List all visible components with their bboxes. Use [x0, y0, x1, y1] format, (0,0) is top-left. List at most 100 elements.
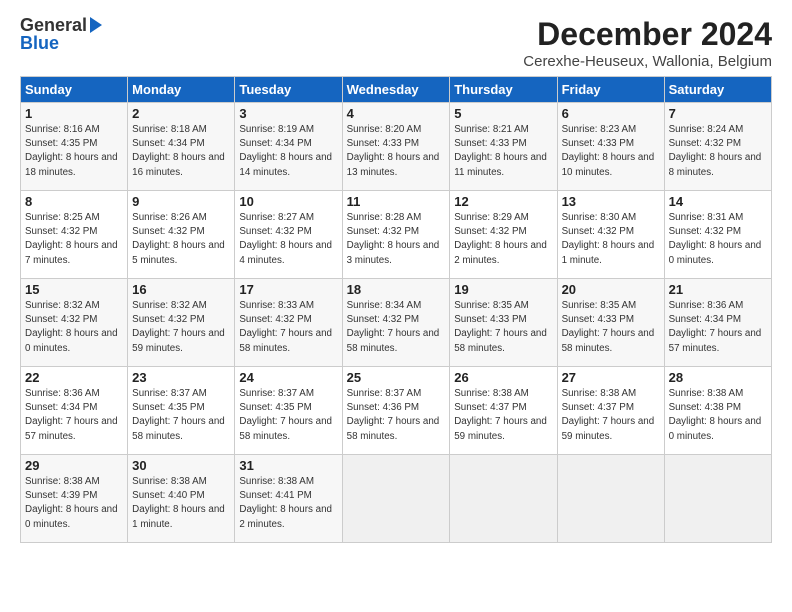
table-row: 2 Sunrise: 8:18 AMSunset: 4:34 PMDayligh… — [128, 103, 235, 191]
day-info: Sunrise: 8:37 AMSunset: 4:36 PMDaylight:… — [347, 388, 440, 442]
table-row: 24 Sunrise: 8:37 AMSunset: 4:35 PMDaylig… — [235, 367, 342, 455]
day-number: 16 — [132, 282, 230, 297]
table-row: 4 Sunrise: 8:20 AMSunset: 4:33 PMDayligh… — [342, 103, 450, 191]
table-row: 6 Sunrise: 8:23 AMSunset: 4:33 PMDayligh… — [557, 103, 664, 191]
calendar-title: December 2024 — [523, 16, 772, 53]
table-row: 15 Sunrise: 8:32 AMSunset: 4:32 PMDaylig… — [21, 279, 128, 367]
day-number: 11 — [347, 194, 446, 209]
day-info: Sunrise: 8:37 AMSunset: 4:35 PMDaylight:… — [132, 388, 225, 442]
table-row: 11 Sunrise: 8:28 AMSunset: 4:32 PMDaylig… — [342, 191, 450, 279]
day-info: Sunrise: 8:19 AMSunset: 4:34 PMDaylight:… — [239, 124, 332, 178]
table-row: 8 Sunrise: 8:25 AMSunset: 4:32 PMDayligh… — [21, 191, 128, 279]
day-info: Sunrise: 8:36 AMSunset: 4:34 PMDaylight:… — [25, 388, 118, 442]
header-monday: Monday — [128, 77, 235, 103]
logo: General Blue — [20, 16, 102, 52]
day-number: 28 — [669, 370, 767, 385]
table-row: 25 Sunrise: 8:37 AMSunset: 4:36 PMDaylig… — [342, 367, 450, 455]
table-row: 10 Sunrise: 8:27 AMSunset: 4:32 PMDaylig… — [235, 191, 342, 279]
table-row: 23 Sunrise: 8:37 AMSunset: 4:35 PMDaylig… — [128, 367, 235, 455]
logo-general-text: General — [20, 16, 87, 34]
day-number: 30 — [132, 458, 230, 473]
day-info: Sunrise: 8:24 AMSunset: 4:32 PMDaylight:… — [669, 124, 762, 178]
calendar-subtitle: Cerexhe-Heuseux, Wallonia, Belgium — [523, 53, 772, 70]
day-info: Sunrise: 8:23 AMSunset: 4:33 PMDaylight:… — [562, 124, 655, 178]
header-friday: Friday — [557, 77, 664, 103]
day-number: 12 — [454, 194, 552, 209]
day-number: 15 — [25, 282, 123, 297]
table-row — [664, 455, 771, 543]
day-number: 1 — [25, 106, 123, 121]
header: General Blue December 2024 Cerexhe-Heuse… — [20, 16, 772, 70]
day-info: Sunrise: 8:38 AMSunset: 4:37 PMDaylight:… — [562, 388, 655, 442]
table-row — [450, 455, 557, 543]
day-info: Sunrise: 8:35 AMSunset: 4:33 PMDaylight:… — [562, 300, 655, 354]
day-number: 5 — [454, 106, 552, 121]
calendar-week-row: 29 Sunrise: 8:38 AMSunset: 4:39 PMDaylig… — [21, 455, 772, 543]
table-row: 14 Sunrise: 8:31 AMSunset: 4:32 PMDaylig… — [664, 191, 771, 279]
day-info: Sunrise: 8:30 AMSunset: 4:32 PMDaylight:… — [562, 212, 655, 266]
header-wednesday: Wednesday — [342, 77, 450, 103]
title-block: December 2024 Cerexhe-Heuseux, Wallonia,… — [523, 16, 772, 70]
day-number: 10 — [239, 194, 337, 209]
table-row: 21 Sunrise: 8:36 AMSunset: 4:34 PMDaylig… — [664, 279, 771, 367]
calendar-week-row: 8 Sunrise: 8:25 AMSunset: 4:32 PMDayligh… — [21, 191, 772, 279]
table-row: 30 Sunrise: 8:38 AMSunset: 4:40 PMDaylig… — [128, 455, 235, 543]
table-row: 20 Sunrise: 8:35 AMSunset: 4:33 PMDaylig… — [557, 279, 664, 367]
table-row — [557, 455, 664, 543]
day-number: 21 — [669, 282, 767, 297]
day-number: 27 — [562, 370, 660, 385]
header-thursday: Thursday — [450, 77, 557, 103]
day-number: 22 — [25, 370, 123, 385]
day-info: Sunrise: 8:33 AMSunset: 4:32 PMDaylight:… — [239, 300, 332, 354]
day-info: Sunrise: 8:35 AMSunset: 4:33 PMDaylight:… — [454, 300, 547, 354]
day-info: Sunrise: 8:34 AMSunset: 4:32 PMDaylight:… — [347, 300, 440, 354]
day-info: Sunrise: 8:32 AMSunset: 4:32 PMDaylight:… — [132, 300, 225, 354]
day-number: 19 — [454, 282, 552, 297]
table-row: 7 Sunrise: 8:24 AMSunset: 4:32 PMDayligh… — [664, 103, 771, 191]
page: General Blue December 2024 Cerexhe-Heuse… — [0, 0, 792, 553]
calendar-week-row: 1 Sunrise: 8:16 AMSunset: 4:35 PMDayligh… — [21, 103, 772, 191]
day-info: Sunrise: 8:27 AMSunset: 4:32 PMDaylight:… — [239, 212, 332, 266]
table-row: 12 Sunrise: 8:29 AMSunset: 4:32 PMDaylig… — [450, 191, 557, 279]
day-info: Sunrise: 8:25 AMSunset: 4:32 PMDaylight:… — [25, 212, 118, 266]
day-number: 17 — [239, 282, 337, 297]
day-info: Sunrise: 8:32 AMSunset: 4:32 PMDaylight:… — [25, 300, 118, 354]
table-row: 17 Sunrise: 8:33 AMSunset: 4:32 PMDaylig… — [235, 279, 342, 367]
day-number: 26 — [454, 370, 552, 385]
day-number: 25 — [347, 370, 446, 385]
day-number: 9 — [132, 194, 230, 209]
day-info: Sunrise: 8:38 AMSunset: 4:39 PMDaylight:… — [25, 476, 118, 530]
day-info: Sunrise: 8:20 AMSunset: 4:33 PMDaylight:… — [347, 124, 440, 178]
day-info: Sunrise: 8:28 AMSunset: 4:32 PMDaylight:… — [347, 212, 440, 266]
day-info: Sunrise: 8:29 AMSunset: 4:32 PMDaylight:… — [454, 212, 547, 266]
header-tuesday: Tuesday — [235, 77, 342, 103]
day-number: 23 — [132, 370, 230, 385]
day-number: 14 — [669, 194, 767, 209]
day-info: Sunrise: 8:16 AMSunset: 4:35 PMDaylight:… — [25, 124, 118, 178]
table-row: 27 Sunrise: 8:38 AMSunset: 4:37 PMDaylig… — [557, 367, 664, 455]
table-row: 1 Sunrise: 8:16 AMSunset: 4:35 PMDayligh… — [21, 103, 128, 191]
header-sunday: Sunday — [21, 77, 128, 103]
day-info: Sunrise: 8:38 AMSunset: 4:40 PMDaylight:… — [132, 476, 225, 530]
table-row: 16 Sunrise: 8:32 AMSunset: 4:32 PMDaylig… — [128, 279, 235, 367]
logo-arrow-icon — [90, 17, 102, 33]
table-row: 19 Sunrise: 8:35 AMSunset: 4:33 PMDaylig… — [450, 279, 557, 367]
logo-blue-text: Blue — [20, 34, 59, 52]
day-number: 4 — [347, 106, 446, 121]
day-info: Sunrise: 8:37 AMSunset: 4:35 PMDaylight:… — [239, 388, 332, 442]
day-info: Sunrise: 8:38 AMSunset: 4:41 PMDaylight:… — [239, 476, 332, 530]
table-row: 29 Sunrise: 8:38 AMSunset: 4:39 PMDaylig… — [21, 455, 128, 543]
header-saturday: Saturday — [664, 77, 771, 103]
table-row: 13 Sunrise: 8:30 AMSunset: 4:32 PMDaylig… — [557, 191, 664, 279]
day-number: 24 — [239, 370, 337, 385]
table-row: 22 Sunrise: 8:36 AMSunset: 4:34 PMDaylig… — [21, 367, 128, 455]
table-row: 3 Sunrise: 8:19 AMSunset: 4:34 PMDayligh… — [235, 103, 342, 191]
day-info: Sunrise: 8:38 AMSunset: 4:37 PMDaylight:… — [454, 388, 547, 442]
table-row: 5 Sunrise: 8:21 AMSunset: 4:33 PMDayligh… — [450, 103, 557, 191]
day-number: 29 — [25, 458, 123, 473]
day-info: Sunrise: 8:36 AMSunset: 4:34 PMDaylight:… — [669, 300, 762, 354]
day-info: Sunrise: 8:38 AMSunset: 4:38 PMDaylight:… — [669, 388, 762, 442]
day-info: Sunrise: 8:26 AMSunset: 4:32 PMDaylight:… — [132, 212, 225, 266]
table-row: 26 Sunrise: 8:38 AMSunset: 4:37 PMDaylig… — [450, 367, 557, 455]
day-number: 31 — [239, 458, 337, 473]
